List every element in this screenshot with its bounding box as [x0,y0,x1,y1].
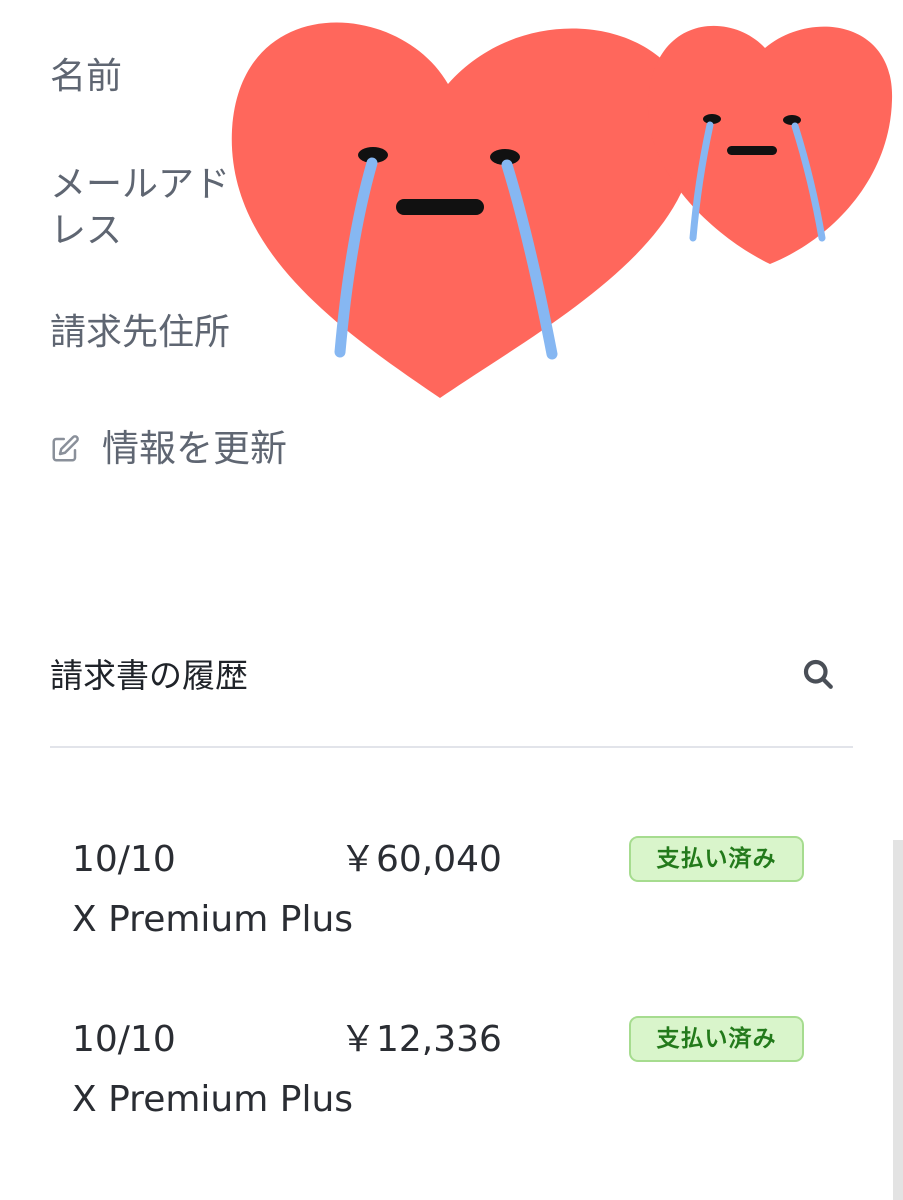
invoice-row[interactable]: 10/10 ￥60,040 支払い済み X Premium Plus [0,834,880,984]
search-button[interactable] [800,656,836,692]
edit-icon [50,434,80,464]
invoice-amount: ￥12,336 [340,1019,502,1060]
update-info-link[interactable]: 情報を更新 [50,424,287,474]
email-label: メールアドレス [50,164,231,251]
search-icon [800,659,836,696]
scrollbar[interactable] [893,840,903,1200]
name-label: 名前 [50,56,123,97]
invoice-amount: ￥60,040 [340,839,502,880]
section-divider [50,746,853,748]
invoice-date: 10/10 [72,1019,176,1060]
status-badge: 支払い済み [629,1016,804,1062]
invoice-date: 10/10 [72,839,176,880]
invoice-product: X Premium Plus [72,899,354,940]
invoice-row[interactable]: 10/10 ￥12,336 支払い済み X Premium Plus [0,1014,880,1164]
small-crying-heart [648,25,893,265]
invoice-history-title: 請求書の履歴 [50,656,248,695]
status-badge: 支払い済み [629,836,804,882]
billing-address-label: 請求先住所 [50,312,231,353]
large-crying-heart [231,22,696,399]
invoice-product: X Premium Plus [72,1079,354,1120]
update-info-label: 情報を更新 [102,427,287,470]
